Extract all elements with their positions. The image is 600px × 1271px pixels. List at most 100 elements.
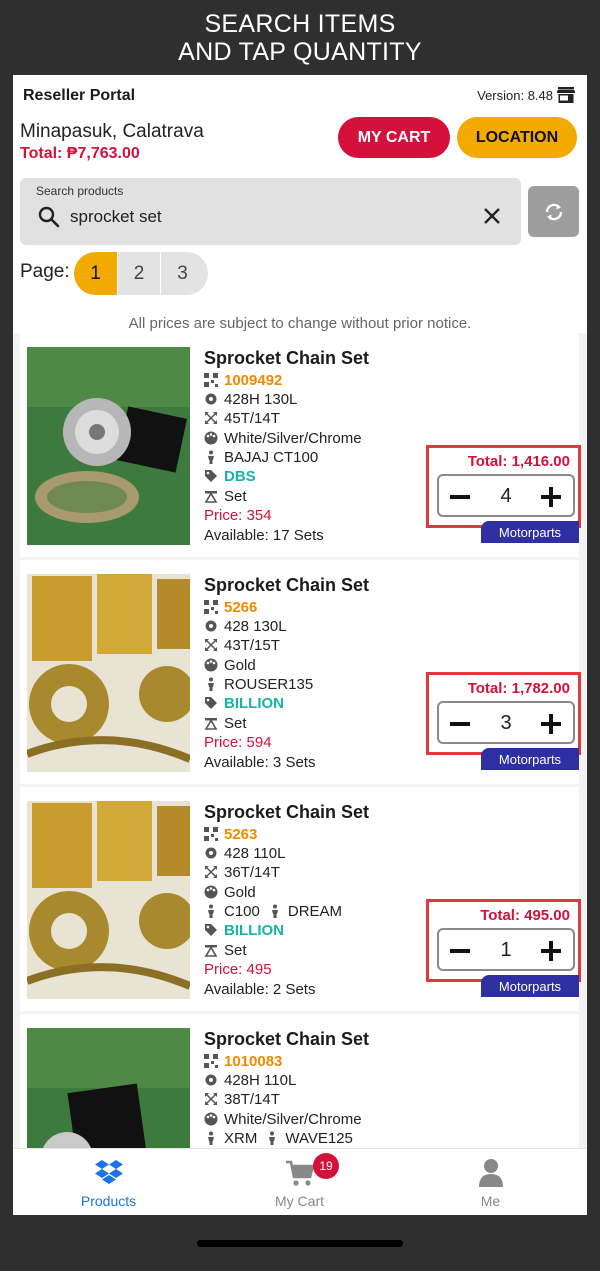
refresh-icon (545, 203, 562, 220)
product-model: DREAM (287, 902, 343, 920)
store-icon[interactable] (557, 87, 575, 103)
product-unit-row: Set (204, 487, 247, 505)
product-brand-row: BILLION (204, 921, 284, 939)
product-teeth-row: 45T/14T (204, 409, 280, 427)
plus-icon[interactable] (541, 941, 561, 961)
product-card[interactable]: Sprocket Chain Set 1009492 428H 130L 45T… (20, 333, 581, 557)
size-icon (205, 639, 217, 651)
product-model: C100 (224, 902, 260, 920)
product-code-row: 1009492 (204, 371, 282, 389)
product-card[interactable]: Sprocket Chain Set 5266 428 130L 43T/15T… (20, 560, 581, 784)
page-label: Page: (20, 261, 70, 282)
palette-icon (204, 885, 218, 899)
product-spec-row: 428 110L (204, 844, 285, 862)
line-total: Total: 1,782.00 (467, 680, 570, 697)
tab-products-label: Products (80, 1193, 137, 1209)
quantity-highlight: Total: 495.00 1 (426, 899, 581, 982)
motorcycle-icon (269, 1131, 276, 1145)
tab-me[interactable]: Me (395, 1149, 586, 1215)
product-teeth: 45T/14T (224, 409, 280, 427)
product-teeth: 38T/14T (224, 1090, 280, 1108)
unit-icon (204, 945, 218, 957)
palette-icon (204, 1112, 218, 1126)
product-teeth: 43T/15T (224, 636, 280, 654)
search-icon (38, 206, 60, 228)
category-badge: Motorparts (481, 975, 579, 997)
category-badge: Motorparts (481, 521, 579, 543)
product-image (27, 574, 190, 772)
product-spec-row: 428H 110L (204, 1071, 296, 1089)
search-label: Search products (36, 184, 124, 198)
plus-icon[interactable] (541, 487, 561, 507)
plus-icon[interactable] (541, 714, 561, 734)
product-teeth-row: 36T/14T (204, 863, 280, 881)
tab-products[interactable]: Products (13, 1149, 204, 1215)
cart-count-badge: 19 (313, 1153, 339, 1179)
gear-icon (205, 847, 217, 859)
app-title: Reseller Portal (23, 87, 136, 104)
search-input[interactable]: Search products sprocket set (20, 178, 521, 245)
product-spec: 428 110L (224, 844, 286, 862)
product-availability: Available: 3 Sets (204, 753, 316, 771)
refresh-button[interactable] (528, 186, 579, 237)
palette-icon (204, 658, 218, 672)
tab-my-cart[interactable]: 19 My Cart (204, 1149, 395, 1215)
banner-line-1: SEARCH ITEMS (204, 10, 396, 38)
product-model: XRM (224, 1129, 258, 1147)
product-price: Price: 594 (204, 733, 272, 751)
my-cart-button[interactable]: MY CART (338, 117, 450, 158)
product-name: Sprocket Chain Set (204, 348, 370, 368)
cart-icon (286, 1160, 315, 1186)
gear-icon (205, 1074, 217, 1086)
product-brand-row: DBS (204, 467, 256, 485)
motorcycle-icon (208, 450, 214, 464)
pagination: 1 2 3 (74, 252, 208, 295)
search-value[interactable]: sprocket set (70, 207, 162, 227)
product-image (27, 801, 190, 999)
version-label: Version: 8.48 (477, 88, 553, 103)
product-card[interactable]: Sprocket Chain Set 5263 428 110L 36T/14T… (20, 787, 581, 1011)
product-spec-row: 428H 130L (204, 390, 297, 408)
page-button-2[interactable]: 2 (118, 252, 161, 295)
product-image (27, 1028, 190, 1148)
product-color-row: Gold (204, 883, 256, 901)
instruction-banner: SEARCH ITEMS AND TAP QUANTITY (0, 0, 600, 75)
product-list[interactable]: Sprocket Chain Set 1009492 428H 130L 45T… (13, 333, 587, 1148)
location-button[interactable]: LOCATION (457, 117, 577, 158)
banner-line-2: AND TAP QUANTITY (178, 38, 422, 66)
product-teeth: 36T/14T (224, 863, 280, 881)
product-code-row: 1010083 (204, 1052, 282, 1070)
product-price: Price: 354 (204, 506, 272, 524)
product-model-row: ROUSER135 (204, 675, 313, 693)
page-button-1[interactable]: 1 (74, 252, 118, 295)
quantity-stepper[interactable]: 4 (437, 474, 575, 517)
quantity-highlight: Total: 1,782.00 3 (426, 672, 581, 755)
dropbox-icon (95, 1160, 123, 1184)
clear-icon[interactable] (481, 205, 503, 227)
product-image (27, 347, 190, 545)
unit-icon (204, 718, 218, 730)
quantity-stepper[interactable]: 1 (437, 928, 575, 971)
page-button-3[interactable]: 3 (161, 252, 204, 295)
app-screen: Reseller Portal Version: 8.48 Minapasuk,… (13, 75, 587, 1215)
size-icon (205, 412, 217, 424)
qr-icon (204, 827, 218, 841)
qr-icon (204, 600, 218, 614)
motorcycle-icon (208, 904, 214, 918)
product-color: White/Silver/Chrome (224, 1110, 362, 1128)
product-brand: DBS (224, 467, 256, 485)
motorcycle-icon (271, 904, 278, 918)
product-name: Sprocket Chain Set (204, 575, 370, 595)
product-spec-row: 428 130L (204, 617, 287, 635)
size-icon (205, 1093, 217, 1105)
line-total: Total: 1,416.00 (467, 453, 570, 470)
product-color: Gold (224, 656, 256, 674)
product-teeth-row: 43T/15T (204, 636, 280, 654)
cart-total: Total: ₱7,763.00 (20, 145, 140, 162)
quantity-stepper[interactable]: 3 (437, 701, 575, 744)
product-brand: BILLION (224, 694, 284, 712)
product-color-row: Gold (204, 656, 256, 674)
product-card[interactable]: Sprocket Chain Set 1010083 428H 110L 38T… (20, 1014, 579, 1148)
product-model-row: BAJAJ CT100 (204, 448, 318, 466)
home-indicator[interactable] (197, 1240, 403, 1247)
